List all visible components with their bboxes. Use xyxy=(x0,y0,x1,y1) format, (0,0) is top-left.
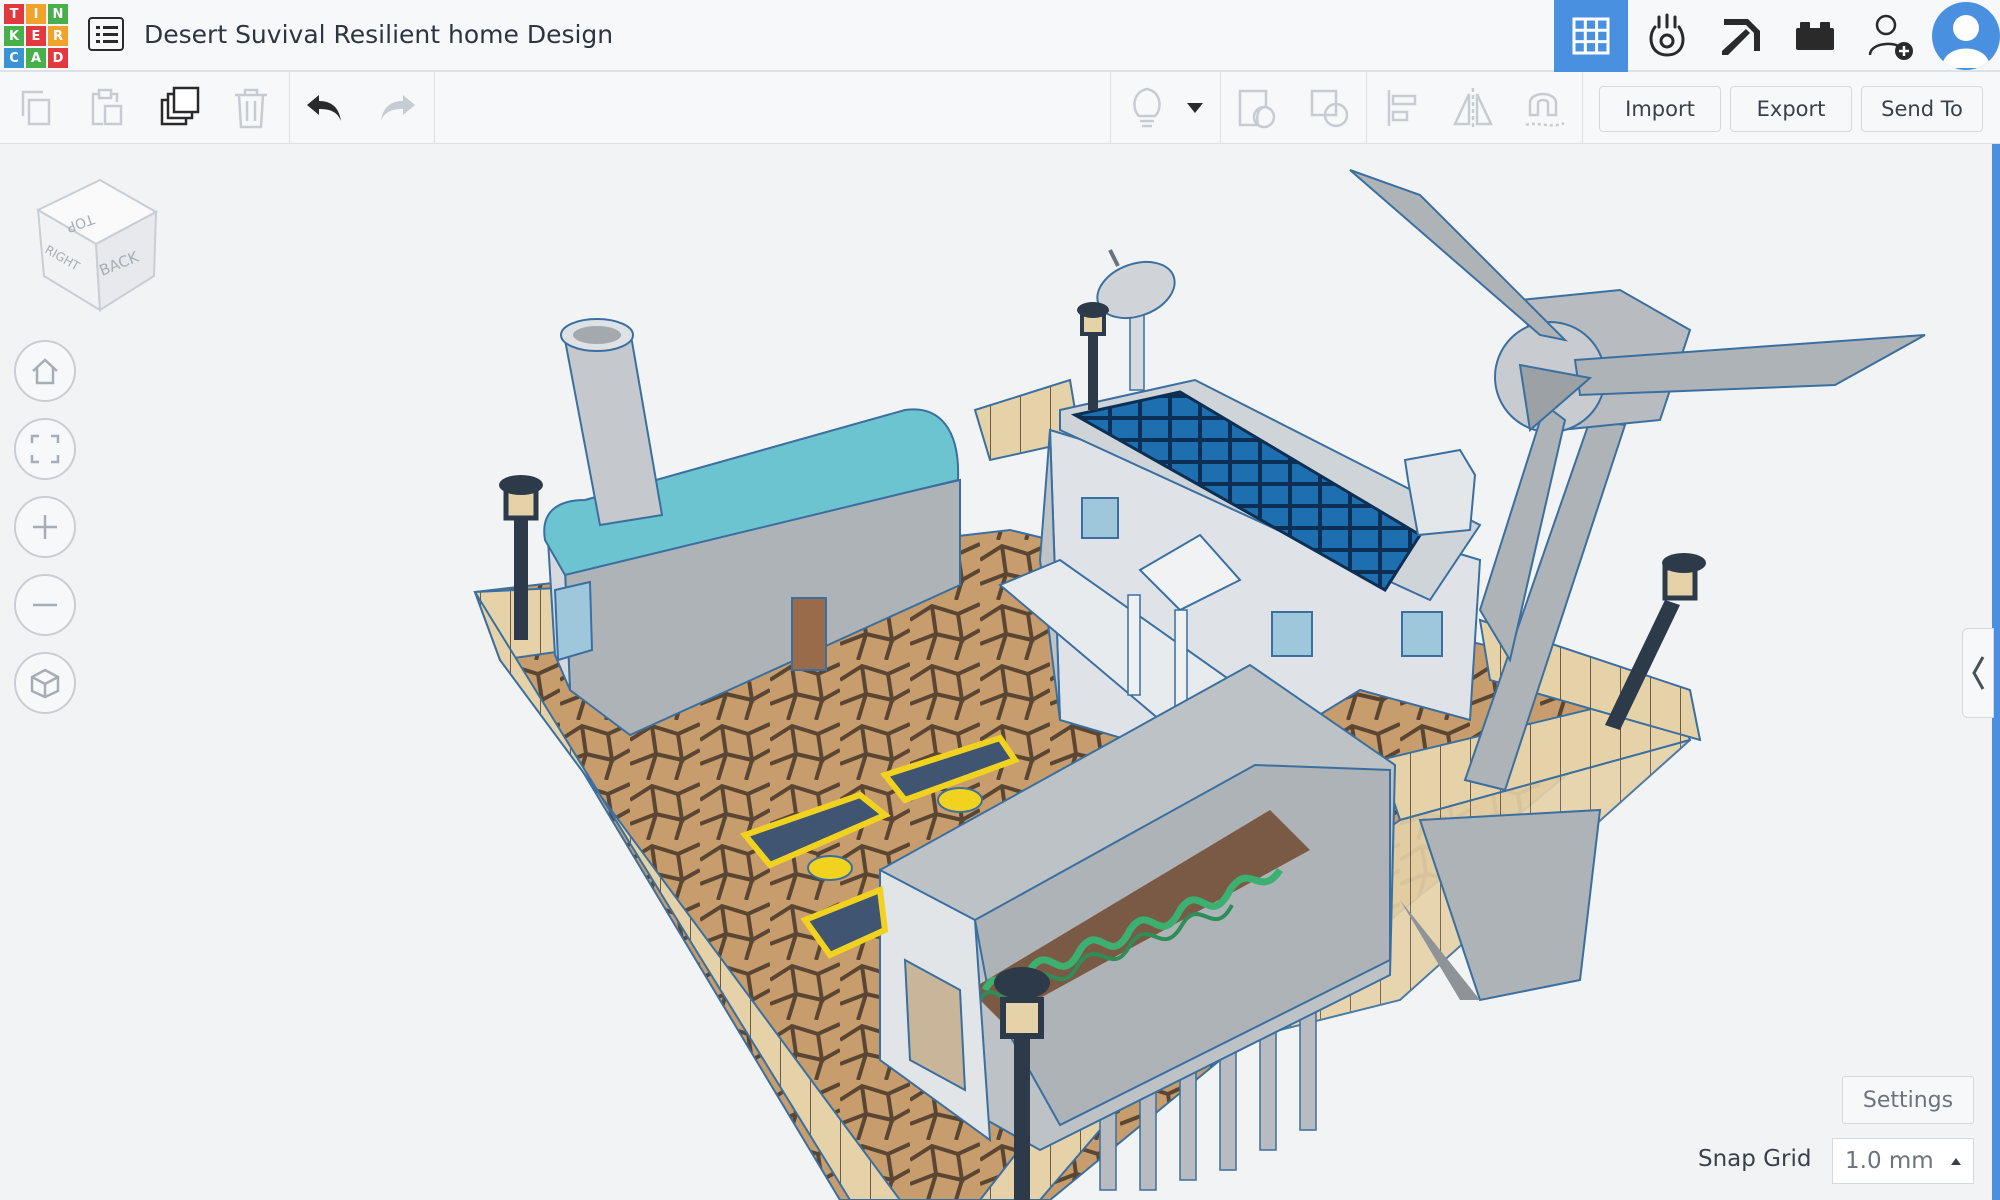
cruise-magnet-icon[interactable] xyxy=(1510,72,1580,144)
design-title[interactable]: Desert Suvival Resilient home Design xyxy=(144,20,613,49)
3d-scene[interactable] xyxy=(0,144,2000,1200)
fit-view-icon[interactable] xyxy=(14,418,76,480)
import-button[interactable]: Import xyxy=(1599,86,1721,132)
user-avatar-icon[interactable] xyxy=(1932,2,2000,70)
undo-icon[interactable] xyxy=(290,72,360,144)
logo-letter: R xyxy=(48,26,68,46)
ungroup-icon[interactable] xyxy=(1294,72,1364,144)
logo-letter: E xyxy=(26,26,46,46)
mirror-icon[interactable] xyxy=(1438,72,1508,144)
design-list-menu-icon[interactable] xyxy=(88,17,124,51)
lamp-post[interactable] xyxy=(1077,302,1109,410)
delete-icon[interactable] xyxy=(216,72,286,144)
minecraft-pickaxe-icon[interactable] xyxy=(1704,0,1778,72)
snap-grid-value: 1.0 mm xyxy=(1845,1148,1934,1174)
edit-toolbar: Import Export Send To xyxy=(0,72,2000,144)
logo-letter: K xyxy=(4,26,24,46)
settings-button[interactable]: Settings xyxy=(1842,1076,1974,1124)
tinkercad-logo[interactable]: T I N K E R C A D xyxy=(4,4,68,68)
top-header: T I N K E R C A D Desert Suvival Resilie… xyxy=(0,0,2000,72)
logo-letter: A xyxy=(26,48,46,68)
toolbar-divider xyxy=(1582,72,1583,144)
snap-grid-arrow-icon xyxy=(1951,1158,1961,1165)
group-icon[interactable] xyxy=(1222,72,1292,144)
send-to-button[interactable]: Send To xyxy=(1861,86,1983,132)
duplicate-icon[interactable] xyxy=(145,72,215,144)
align-icon[interactable] xyxy=(1368,72,1438,144)
logo-letter: N xyxy=(48,4,68,24)
toolbar-divider xyxy=(434,72,435,144)
snap-grid-select[interactable]: 1.0 mm xyxy=(1832,1138,1974,1184)
add-user-icon[interactable] xyxy=(1854,0,1928,72)
circuits-icon[interactable] xyxy=(1630,0,1704,72)
3d-design-grid-icon[interactable] xyxy=(1554,0,1628,72)
zoom-in-icon[interactable] xyxy=(14,496,76,558)
perspective-toggle-icon[interactable] xyxy=(14,652,76,714)
zoom-out-icon[interactable] xyxy=(14,574,76,636)
chimney[interactable] xyxy=(560,318,664,527)
paste-icon[interactable] xyxy=(72,72,142,144)
toolbar-divider xyxy=(1110,72,1111,144)
storage-window xyxy=(553,580,594,662)
logo-letter: I xyxy=(26,4,46,24)
house-window xyxy=(1401,611,1443,657)
home-view-icon[interactable] xyxy=(14,340,76,402)
copy-icon[interactable] xyxy=(0,72,70,144)
panel-collapse-chevron-icon[interactable] xyxy=(1962,628,1994,718)
view-cube[interactable]: TOP RIGHT BACK xyxy=(30,172,164,316)
house-window xyxy=(1271,611,1313,657)
export-button[interactable]: Export xyxy=(1730,86,1852,132)
logo-letter: T xyxy=(4,4,24,24)
storage-door xyxy=(791,597,827,671)
redo-icon[interactable] xyxy=(362,72,432,144)
toolbar-divider xyxy=(1220,72,1221,144)
bricks-icon[interactable] xyxy=(1778,0,1852,72)
house-window xyxy=(1081,497,1119,539)
toolbar-divider xyxy=(1366,72,1367,144)
workplane-viewport[interactable]: TOP RIGHT BACK xyxy=(0,144,2000,1200)
logo-letter: C xyxy=(4,48,24,68)
light-dropdown-caret-icon[interactable] xyxy=(1172,72,1218,144)
snap-grid-label: Snap Grid xyxy=(1698,1146,1812,1172)
logo-letter: D xyxy=(48,48,68,68)
